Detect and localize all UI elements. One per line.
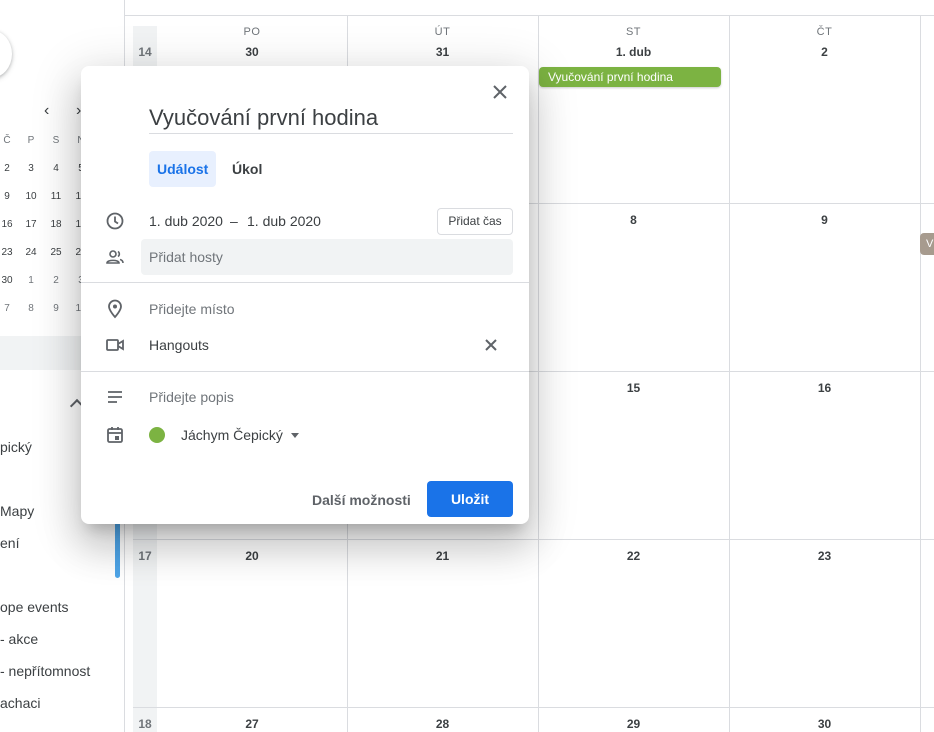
mini-calendar-day[interactable]: 9 [0, 191, 14, 202]
calendar-list-item[interactable]: pický [0, 439, 32, 455]
week-number: 18 [138, 717, 152, 731]
add-guests-input[interactable]: Přidat hosty [141, 239, 513, 275]
calendar-event[interactable]: Vyučování první hodina [539, 67, 721, 87]
calendar-list-item[interactable]: - nepřítomnost [0, 663, 90, 679]
description-lines-icon [108, 391, 122, 403]
mini-calendar-day[interactable]: 7 [0, 303, 14, 314]
day-number[interactable]: 22 [538, 549, 729, 563]
grid-divider [124, 15, 934, 16]
calendar-list-item[interactable]: achaci [0, 695, 40, 711]
day-number[interactable]: 23 [729, 549, 920, 563]
mini-weekday-head: S [52, 135, 60, 146]
scrollbar[interactable] [115, 522, 120, 578]
event-title-input[interactable]: Vyučování první hodina [149, 104, 513, 134]
date-start[interactable]: 1. dub 2020 [149, 211, 223, 231]
grid-divider [133, 539, 934, 540]
mini-calendar-day[interactable]: 17 [24, 219, 38, 230]
grid-divider [538, 15, 539, 732]
calendar-list-item[interactable]: Mapy [0, 503, 34, 519]
day-number[interactable]: 28 [347, 717, 538, 731]
add-time-button[interactable]: Přidat čas [437, 208, 513, 235]
create-button[interactable] [0, 30, 12, 78]
day-number[interactable]: 8 [538, 213, 729, 227]
save-button[interactable]: Uložit [427, 481, 513, 517]
mini-calendar-day[interactable]: 30 [0, 275, 14, 286]
calendar-owner-select[interactable]: Jáchym Čepický [181, 425, 283, 445]
tab-event[interactable]: Událost [149, 151, 217, 187]
calendar-event-partial[interactable]: V [920, 233, 934, 255]
grid-divider [133, 707, 934, 708]
grid-divider [729, 15, 730, 732]
day-number[interactable]: 21 [347, 549, 538, 563]
week-number: 17 [138, 549, 152, 563]
dialog-divider [81, 371, 529, 372]
add-location-input[interactable]: Přidejte místo [149, 299, 235, 319]
day-header: PO [243, 26, 261, 38]
calendar-list-item[interactable]: ope events [0, 599, 69, 615]
date-end[interactable]: 1. dub 2020 [247, 211, 321, 231]
mini-calendar-day[interactable]: 24 [24, 247, 38, 258]
day-number[interactable]: 20 [157, 549, 347, 563]
day-number[interactable]: 15 [538, 381, 729, 395]
mini-calendar-day[interactable]: 10 [24, 191, 38, 202]
location-pin-icon [108, 299, 122, 319]
day-number[interactable]: 31 [347, 45, 538, 59]
day-number[interactable]: 2 [729, 45, 920, 59]
mini-calendar-day[interactable]: 9 [49, 303, 63, 314]
mini-calendar-day[interactable]: 2 [0, 163, 14, 174]
mini-weekday-head: Č [3, 135, 11, 146]
dialog-divider [81, 282, 529, 283]
conference-label[interactable]: Hangouts [149, 335, 209, 355]
more-options-button[interactable]: Další možnosti [303, 483, 420, 517]
event-quick-create-dialog [81, 66, 529, 524]
mini-calendar-day[interactable]: 18 [49, 219, 63, 230]
day-number[interactable]: 9 [729, 213, 920, 227]
video-camera-icon [106, 339, 124, 351]
mini-calendar-day[interactable]: 8 [24, 303, 38, 314]
clock-icon [106, 212, 124, 230]
dropdown-arrow-icon[interactable] [291, 433, 299, 438]
calendar-icon [107, 427, 123, 443]
day-number[interactable]: 29 [538, 717, 729, 731]
mini-calendar-day[interactable]: 4 [49, 163, 63, 174]
calendar-list-item[interactable]: ení [0, 535, 19, 551]
calendar-list-item[interactable]: - akce [0, 631, 38, 647]
mini-calendar-day[interactable]: 1 [24, 275, 38, 286]
mini-weekday-head: P [27, 135, 35, 146]
calendar-app: ‹ › Č P S N 2345910111216171819232425263… [0, 0, 934, 732]
remove-conference-icon[interactable] [481, 335, 501, 355]
day-header: ST [625, 26, 642, 38]
day-number[interactable]: 30 [157, 45, 347, 59]
mini-calendar-day[interactable]: 11 [49, 191, 63, 202]
day-header: ÚT [434, 26, 451, 38]
tab-task[interactable]: Úkol [224, 151, 270, 187]
day-header: ČT [816, 26, 833, 38]
add-description-input[interactable]: Přidejte popis [149, 387, 234, 407]
mini-calendar-day[interactable]: 25 [49, 247, 63, 258]
mini-calendar-day[interactable]: 3 [24, 163, 38, 174]
people-icon [106, 250, 124, 264]
day-number[interactable]: 16 [729, 381, 920, 395]
day-number[interactable]: 30 [729, 717, 920, 731]
mini-calendar-day[interactable]: 23 [0, 247, 14, 258]
grid-divider [920, 15, 921, 732]
chevron-left-icon[interactable]: ‹ [44, 102, 49, 120]
day-number[interactable]: 27 [157, 717, 347, 731]
day-number[interactable]: 1. dub [538, 45, 729, 59]
week-number: 14 [138, 45, 152, 59]
date-separator: – [230, 213, 238, 229]
close-icon[interactable] [490, 82, 510, 102]
mini-calendar-day[interactable]: 2 [49, 275, 63, 286]
mini-calendar-day[interactable]: 16 [0, 219, 14, 230]
calendar-color-dot [149, 427, 165, 443]
